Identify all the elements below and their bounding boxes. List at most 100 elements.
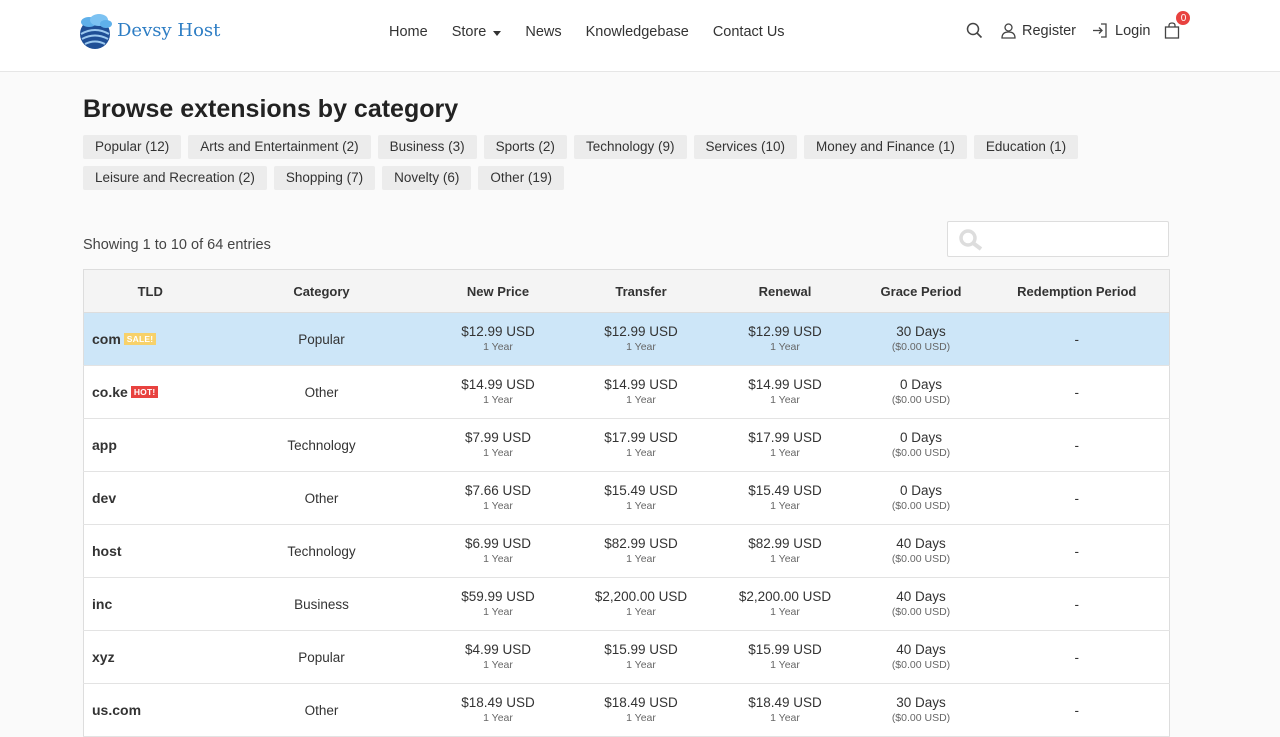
table-row[interactable]: dev Other $7.66 USD 1 Year $15.49 USD 1 Ye… <box>83 471 1170 525</box>
category-chip-education[interactable]: Education (1) <box>973 135 1079 159</box>
price-value: $18.49 USD <box>604 695 678 710</box>
category-chip-technology[interactable]: Technology (9) <box>573 135 687 159</box>
new-price-cell: $18.49 USD 1 Year <box>426 683 570 737</box>
table-row[interactable]: co.ke HOT! Other $14.99 USD 1 Year $14.99 … <box>83 365 1170 419</box>
new-price-cell: $7.66 USD 1 Year <box>426 471 570 525</box>
grace-period-cell: 40 Days ($0.00 USD) <box>857 524 985 578</box>
hot-badge: HOT! <box>130 386 159 398</box>
grace-fee: ($0.00 USD) <box>891 394 951 406</box>
price-value: $14.99 USD <box>604 377 678 392</box>
price-value: $12.99 USD <box>604 324 678 339</box>
login-link[interactable]: Login <box>1092 23 1150 39</box>
price-value: $6.99 USD <box>464 536 532 551</box>
category-chip-popular[interactable]: Popular (12) <box>83 135 182 159</box>
transfer-price-cell: $18.49 USD 1 Year <box>569 683 713 737</box>
category-chip-other[interactable]: Other (19) <box>478 166 564 190</box>
transfer-price-cell: $15.99 USD 1 Year <box>569 630 713 684</box>
transfer-price-cell: $15.49 USD 1 Year <box>569 471 713 525</box>
price-term: 1 Year <box>483 341 513 353</box>
site-header: Devsy Host Home Store News Knowledgebase… <box>0 0 1280 72</box>
transfer-price-cell: $14.99 USD 1 Year <box>569 365 713 419</box>
price-term: 1 Year <box>770 606 800 618</box>
price-value: $14.99 USD <box>461 377 535 392</box>
price-value: $7.99 USD <box>464 430 532 445</box>
nav-news[interactable]: News <box>525 24 561 40</box>
table-search-input[interactable] <box>947 221 1169 257</box>
category-chip-money-and-finance[interactable]: Money and Finance (1) <box>804 135 967 159</box>
price-term: 1 Year <box>770 341 800 353</box>
renewal-price-cell: $17.99 USD 1 Year <box>712 418 858 472</box>
column-header-transfer[interactable]: Transfer <box>569 269 713 313</box>
category-chip-novelty[interactable]: Novelty (6) <box>382 166 472 190</box>
search-icon <box>959 229 983 251</box>
nav-home[interactable]: Home <box>389 24 428 40</box>
price-term: 1 Year <box>770 500 800 512</box>
sign-in-icon <box>1093 23 1107 38</box>
grace-days: 40 Days <box>896 536 946 551</box>
brand-logo[interactable]: Devsy Host <box>75 12 220 52</box>
price-term: 1 Year <box>770 394 800 406</box>
column-header-renewal[interactable]: Renewal <box>712 269 858 313</box>
column-header-new-price[interactable]: New Price <box>426 269 570 313</box>
renewal-price-cell: $12.99 USD 1 Year <box>712 312 858 366</box>
price-value: $2,200.00 USD <box>738 589 832 604</box>
table-row[interactable]: us.com Other $18.49 USD 1 Year $18.49 USD… <box>83 683 1170 737</box>
price-term: 1 Year <box>770 659 800 671</box>
price-value: $18.49 USD <box>748 695 822 710</box>
price-term: 1 Year <box>483 712 513 724</box>
nav-knowledgebase[interactable]: Knowledgebase <box>586 24 689 40</box>
column-header-grace-period[interactable]: Grace Period <box>857 269 985 313</box>
redemption-period-cell: - <box>984 418 1170 472</box>
grace-period-cell: 40 Days ($0.00 USD) <box>857 577 985 631</box>
column-header-category[interactable]: Category <box>216 269 427 313</box>
register-label: Register <box>1022 22 1076 39</box>
cloud-globe-logo-icon <box>80 14 112 49</box>
category-chip-leisure-and-recreation[interactable]: Leisure and Recreation (2) <box>83 166 267 190</box>
new-price-cell: $7.99 USD 1 Year <box>426 418 570 472</box>
price-value: $18.49 USD <box>461 695 535 710</box>
cart-button[interactable]: 0 <box>1164 10 1192 39</box>
nav-contact-us[interactable]: Contact Us <box>713 24 785 40</box>
transfer-price-cell: $82.99 USD 1 Year <box>569 524 713 578</box>
column-header-redemption-period[interactable]: Redemption Period <box>984 269 1170 313</box>
entries-info: Showing 1 to 10 of 64 entries <box>83 237 271 253</box>
price-value: $82.99 USD <box>604 536 678 551</box>
price-value: $7.66 USD <box>464 483 532 498</box>
category-chip-sports[interactable]: Sports (2) <box>483 135 567 159</box>
price-term: 1 Year <box>626 341 656 353</box>
grace-fee: ($0.00 USD) <box>891 341 951 353</box>
redemption-period-cell: - <box>984 577 1170 631</box>
category-chip-business[interactable]: Business (3) <box>377 135 477 159</box>
transfer-price-cell: $2,200.00 USD 1 Year <box>569 577 713 631</box>
table-row[interactable]: host Technology $6.99 USD 1 Year $82.99 U… <box>83 524 1170 578</box>
grace-days: 30 Days <box>896 695 946 710</box>
search-toggle[interactable] <box>966 22 983 39</box>
table-row[interactable]: xyz Popular $4.99 USD 1 Year $15.99 USD 1 … <box>83 630 1170 684</box>
transfer-price-cell: $12.99 USD 1 Year <box>569 312 713 366</box>
nav-store[interactable]: Store <box>452 24 502 40</box>
redemption-period-cell: - <box>984 365 1170 419</box>
table-row[interactable]: com SALE! Popular $12.99 USD 1 Year $12.99… <box>83 312 1170 366</box>
price-term: 1 Year <box>626 712 656 724</box>
table-header-row: TLD Category New Price Transfer Renewal … <box>83 269 1170 313</box>
category-chip-arts-and-entertainment[interactable]: Arts and Entertainment (2) <box>188 135 371 159</box>
category-chip-shopping[interactable]: Shopping (7) <box>273 166 376 190</box>
table-row[interactable]: app Technology $7.99 USD 1 Year $17.99 US… <box>83 418 1170 472</box>
grace-fee: ($0.00 USD) <box>891 712 951 724</box>
new-price-cell: $12.99 USD 1 Year <box>426 312 570 366</box>
category-cell: Other <box>216 683 427 737</box>
price-value: $12.99 USD <box>461 324 535 339</box>
price-term: 1 Year <box>483 394 513 406</box>
table-row[interactable]: inc Business $59.99 USD 1 Year $2,200.00 … <box>83 577 1170 631</box>
price-term: 1 Year <box>483 606 513 618</box>
price-value: $15.49 USD <box>604 483 678 498</box>
renewal-price-cell: $14.99 USD 1 Year <box>712 365 858 419</box>
price-value: $15.99 USD <box>748 642 822 657</box>
grace-days: 0 Days <box>899 430 943 445</box>
price-value: $12.99 USD <box>748 324 822 339</box>
category-chip-services[interactable]: Services (10) <box>693 135 798 159</box>
grace-fee: ($0.00 USD) <box>891 553 951 565</box>
price-value: $59.99 USD <box>461 589 535 604</box>
column-header-tld[interactable]: TLD <box>83 269 217 313</box>
register-link[interactable]: Register <box>1001 23 1076 39</box>
